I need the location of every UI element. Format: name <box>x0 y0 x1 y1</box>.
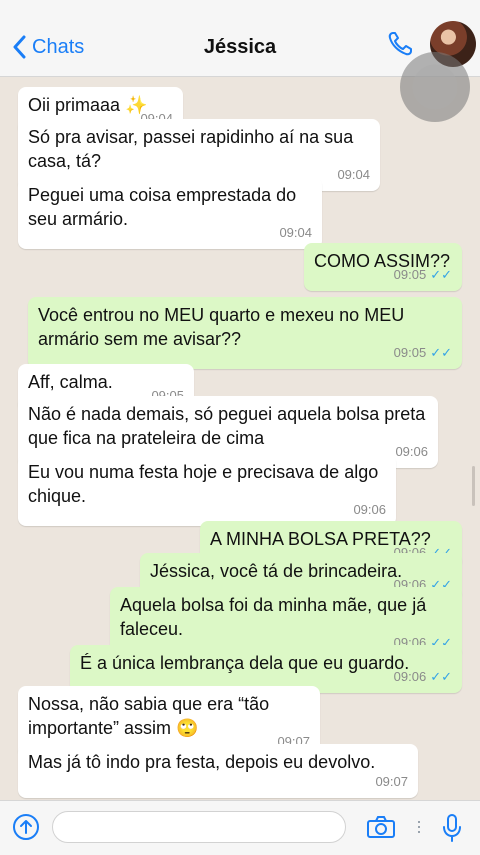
incoming-message[interactable]: Mas já tô indo pra festa, depois eu devo… <box>18 744 418 798</box>
message-time: 09:04 <box>279 225 312 240</box>
message-text: Eu vou numa festa hoje e precisava de al… <box>28 462 379 506</box>
microphone-icon[interactable] <box>442 813 462 843</box>
outgoing-message[interactable]: Você entrou no MEU quarto e mexeu no MEU… <box>28 297 462 369</box>
message-time: 09:04 <box>337 167 370 182</box>
message-input[interactable] <box>52 811 346 843</box>
incoming-message[interactable]: Peguei uma coisa emprestada do seu armár… <box>18 177 322 249</box>
message-text: Não é nada demais, só peguei aquela bols… <box>28 404 426 448</box>
message-text: Só pra avisar, passei rapidinho aí na su… <box>28 127 354 171</box>
message-text: É a única lembrança dela que eu guardo. <box>80 653 410 673</box>
camera-icon[interactable] <box>366 815 396 839</box>
message-text: Nossa, não sabia que era “tão importante… <box>28 694 270 738</box>
message-text: Aff, calma. <box>28 372 113 392</box>
message-time: 09:06✓✓ <box>393 669 452 684</box>
scrollbar[interactable] <box>472 466 475 506</box>
divider <box>418 821 420 835</box>
read-receipt-icon: ✓✓ <box>430 345 452 360</box>
message-text: Aquela bolsa foi da minha mãe, que já fa… <box>120 595 427 639</box>
message-time: 09:07 <box>375 774 408 789</box>
message-text: Você entrou no MEU quarto e mexeu no MEU… <box>38 305 405 349</box>
read-receipt-icon: ✓✓ <box>430 669 452 684</box>
read-receipt-icon: ✓✓ <box>430 267 452 282</box>
message-time: 09:05 ✓✓ <box>393 267 452 282</box>
compose-bar <box>0 800 480 855</box>
message-list: Oii primaaa ✨09:04Só pra avisar, passei … <box>0 77 480 800</box>
upload-icon[interactable] <box>12 813 40 841</box>
phone-icon[interactable] <box>386 30 414 58</box>
assistive-touch-button[interactable] <box>400 52 470 122</box>
message-text: Jéssica, você tá de brincadeira. <box>150 561 403 581</box>
incoming-message[interactable]: Eu vou numa festa hoje e precisava de al… <box>18 454 396 526</box>
message-text: Mas já tô indo pra festa, depois eu devo… <box>28 752 376 772</box>
message-text: Peguei uma coisa emprestada do seu armár… <box>28 185 297 229</box>
message-time: 09:05 ✓✓ <box>393 345 452 360</box>
message-time: 09:06 <box>395 444 428 459</box>
outgoing-message[interactable]: COMO ASSIM?? 09:05 ✓✓ <box>304 243 462 291</box>
message-time: 09:06 <box>353 502 386 517</box>
message-text: Oii primaaa ✨ <box>28 95 148 115</box>
